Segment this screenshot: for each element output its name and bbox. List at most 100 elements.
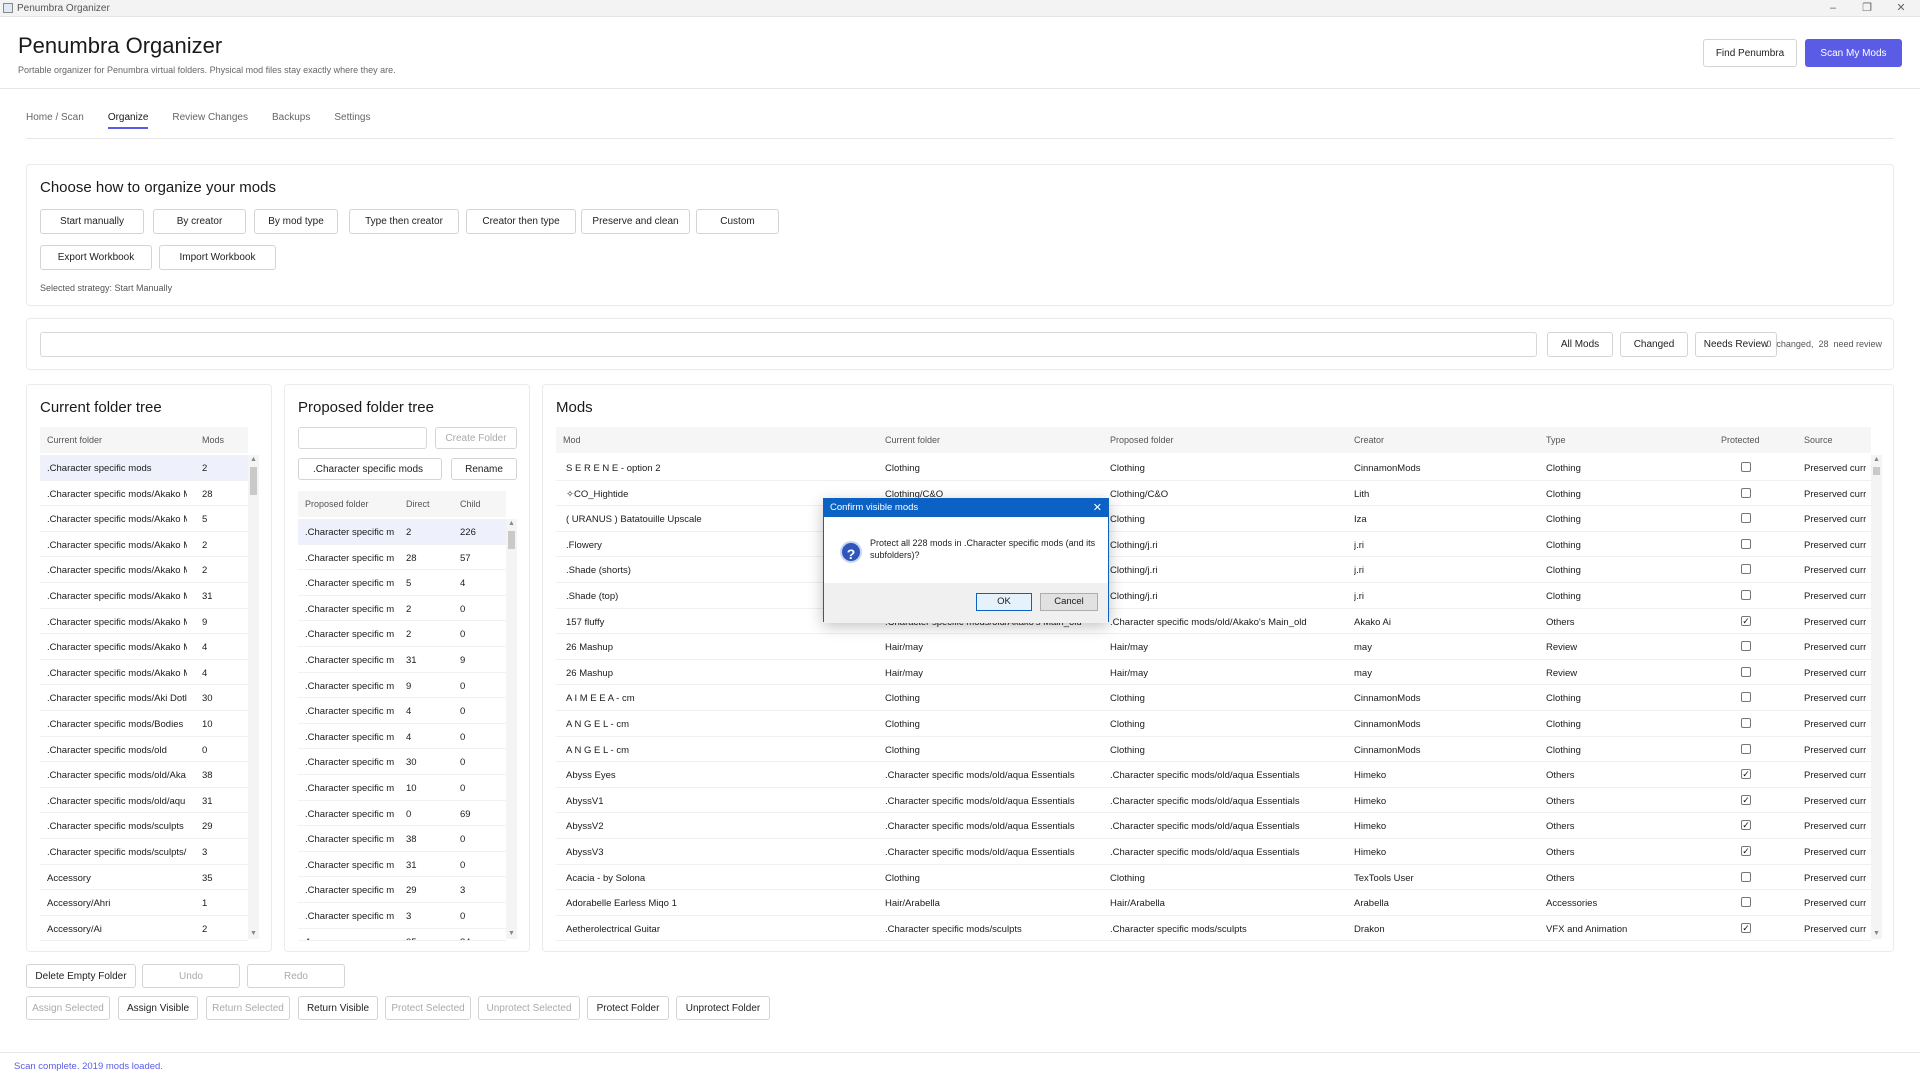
protected-checkbox[interactable] — [1741, 538, 1751, 549]
proposed-tree-row[interactable]: .Character specific m 0 69 — [298, 801, 506, 827]
current-tree-row[interactable]: .Character specific mods/Akako M 2 — [40, 532, 248, 558]
mod-row[interactable]: AbyssV2 .Character specific mods/old/aqua… — [556, 813, 1871, 839]
mod-row[interactable]: AbyssV1 .Character specific mods/old/aqua… — [556, 788, 1871, 814]
protected-checkbox[interactable] — [1741, 692, 1751, 703]
mod-row[interactable]: 157 fluffy .Character specific mods/old/A… — [556, 609, 1871, 635]
scroll-down-icon[interactable]: ▼ — [506, 929, 517, 939]
mod-row[interactable]: ✧CO_Hightide Clothing/C&O Clothing/C&O Lith… — [556, 481, 1871, 507]
mod-row[interactable]: S E R E N E - option 2 Clothing Clothing Ci… — [556, 455, 1871, 481]
dialog-ok-button[interactable]: OK — [976, 593, 1032, 611]
unprotect-folder-button[interactable]: Unprotect Folder — [676, 996, 770, 1020]
mod-search-input[interactable] — [40, 332, 1537, 357]
protected-checkbox[interactable]: ✓ — [1741, 820, 1751, 831]
dialog-cancel-button[interactable]: Cancel — [1040, 593, 1098, 611]
import-workbook-button[interactable]: Import Workbook — [159, 245, 276, 270]
mod-row[interactable]: Acacia - by Solona Clothing Clothing TexToo… — [556, 865, 1871, 891]
dialog-close-icon[interactable]: ✕ — [1093, 499, 1102, 517]
export-workbook-button[interactable]: Export Workbook — [40, 245, 152, 270]
filter-changed-button[interactable]: Changed — [1620, 332, 1688, 357]
protected-checkbox[interactable] — [1741, 487, 1751, 498]
protect-folder-button[interactable]: Protect Folder — [587, 996, 669, 1020]
mod-row[interactable]: Aetherolectrical Guitar .Character specif… — [556, 916, 1871, 942]
unprotect-selected-button[interactable]: Unprotect Selected — [478, 996, 580, 1020]
col-mod[interactable]: Mod — [563, 435, 581, 445]
current-tree-scrollbar[interactable]: ▲ ▼ — [248, 455, 259, 939]
assign-visible-button[interactable]: Assign Visible — [118, 996, 198, 1020]
current-tree-row[interactable]: .Character specific mods/Akako M 4 — [40, 660, 248, 686]
rename-folder-button[interactable]: Rename — [451, 458, 517, 480]
scroll-up-icon[interactable]: ▲ — [1871, 455, 1882, 465]
proposed-tree-row[interactable]: .Character specific m 31 0 — [298, 852, 506, 878]
current-tree-row[interactable]: .Character specific mods 2 — [40, 455, 248, 481]
proposed-tree-row[interactable]: .Character specific m 2 0 — [298, 596, 506, 622]
mod-row[interactable]: A N G E L - cm Clothing Clothing CinnamonMo… — [556, 737, 1871, 763]
scroll-thumb[interactable] — [250, 467, 257, 495]
return-selected-button[interactable]: Return Selected — [206, 996, 290, 1020]
current-tree-row[interactable]: .Character specific mods/old 0 — [40, 737, 248, 763]
current-tree-row[interactable]: .Character specific mods/old/aqu 31 — [40, 788, 248, 814]
protected-checkbox[interactable] — [1741, 564, 1751, 575]
scroll-thumb[interactable] — [1873, 467, 1880, 475]
protected-checkbox[interactable] — [1741, 743, 1751, 754]
current-tree-row[interactable]: .Character specific mods/sculpts/3 — [40, 839, 248, 865]
protected-checkbox[interactable] — [1741, 641, 1751, 652]
col-current-folder[interactable]: Current folder — [47, 435, 102, 445]
mod-row[interactable]: 26 Mashup Hair/may Hair/may may Review Preser… — [556, 634, 1871, 660]
current-tree-row[interactable]: Accessory 35 — [40, 865, 248, 891]
strategy-creator-then-type-button[interactable]: Creator then type — [466, 209, 576, 234]
mod-row[interactable]: .Shade (top)Clothing/j.riClothing/j.rij.… — [556, 583, 1871, 609]
tab-organize[interactable]: Organize — [107, 112, 148, 129]
mod-row[interactable]: Abyss Eyes .Character specific mods/old/a… — [556, 762, 1871, 788]
scroll-up-icon[interactable]: ▲ — [506, 519, 517, 529]
proposed-tree-row[interactable]: .Character specific m 28 57 — [298, 545, 506, 571]
strategy-by-mod-type-button[interactable]: By mod type — [254, 209, 338, 234]
mod-row[interactable]: AbyssV3 .Character specific mods/old/aqua… — [556, 839, 1871, 865]
strategy-preserve-clean-button[interactable]: Preserve and clean — [581, 209, 690, 234]
scroll-down-icon[interactable]: ▼ — [248, 929, 259, 939]
proposed-tree-row[interactable]: .Character specific m 29 3 — [298, 877, 506, 903]
protect-selected-button[interactable]: Protect Selected — [385, 996, 471, 1020]
proposed-tree-row[interactable]: .Character specific m 31 9 — [298, 647, 506, 673]
strategy-by-creator-button[interactable]: By creator — [153, 209, 246, 234]
proposed-tree-row[interactable]: .Character specific m 2 0 — [298, 621, 506, 647]
col-mods[interactable]: Mods — [202, 435, 224, 445]
filter-all-mods-button[interactable]: All Mods — [1547, 332, 1613, 357]
proposed-tree-row[interactable]: .Character specific m 4 0 — [298, 724, 506, 750]
protected-checkbox[interactable] — [1741, 718, 1751, 728]
protected-checkbox[interactable]: ✓ — [1741, 794, 1751, 805]
find-penumbra-button[interactable]: Find Penumbra — [1703, 39, 1797, 67]
current-tree-row[interactable]: .Character specific mods/Akako M 2 — [40, 557, 248, 583]
protected-checkbox[interactable] — [1741, 897, 1751, 908]
current-tree-row[interactable]: .Character specific mods/Akako M 28 — [40, 481, 248, 507]
strategy-type-then-creator-button[interactable]: Type then creator — [349, 209, 459, 234]
protected-checkbox[interactable]: ✓ — [1741, 615, 1751, 626]
mod-row[interactable]: Adorabelle Earless Miqo 1 Hair/Arabella Ha… — [556, 890, 1871, 916]
protected-checkbox[interactable] — [1741, 871, 1751, 882]
current-tree-row[interactable]: .Character specific mods/Bodies 10 — [40, 711, 248, 737]
col-direct[interactable]: Direct — [406, 499, 430, 509]
col-current-folder[interactable]: Current folder — [885, 435, 940, 445]
scan-mods-button[interactable]: Scan My Mods — [1805, 39, 1902, 67]
strategy-start-manually-button[interactable]: Start manually — [40, 209, 144, 234]
proposed-tree-row[interactable]: .Character specific m 3 0 — [298, 903, 506, 929]
protected-checkbox[interactable] — [1741, 590, 1751, 600]
current-tree-row[interactable]: .Character specific mods/Akako M 4 — [40, 634, 248, 660]
create-folder-button[interactable]: Create Folder — [435, 427, 517, 449]
scroll-down-icon[interactable]: ▼ — [1871, 929, 1882, 939]
protected-checkbox[interactable] — [1741, 666, 1751, 677]
protected-checkbox[interactable] — [1741, 513, 1751, 524]
current-tree-row[interactable]: .Character specific mods/Aki Dotl 30 — [40, 685, 248, 711]
redo-button[interactable]: Redo — [247, 964, 345, 988]
col-creator[interactable]: Creator — [1354, 435, 1384, 445]
assign-selected-button[interactable]: Assign Selected — [26, 996, 110, 1020]
proposed-tree-row[interactable]: Accessory 35 84 — [298, 929, 506, 941]
close-window-button[interactable]: ✕ — [1886, 0, 1916, 17]
mod-row[interactable]: .Shade (shorts)Clothing/j.riClothing/j.r… — [556, 557, 1871, 583]
col-proposed-folder[interactable]: Proposed folder — [1110, 435, 1174, 445]
undo-button[interactable]: Undo — [142, 964, 240, 988]
col-type[interactable]: Type — [1546, 435, 1566, 445]
restore-button[interactable]: ❐ — [1852, 0, 1882, 17]
col-protected[interactable]: Protected — [1721, 435, 1760, 445]
protected-checkbox[interactable]: ✓ — [1741, 922, 1751, 933]
mods-scrollbar[interactable]: ▲ ▼ — [1871, 455, 1882, 939]
